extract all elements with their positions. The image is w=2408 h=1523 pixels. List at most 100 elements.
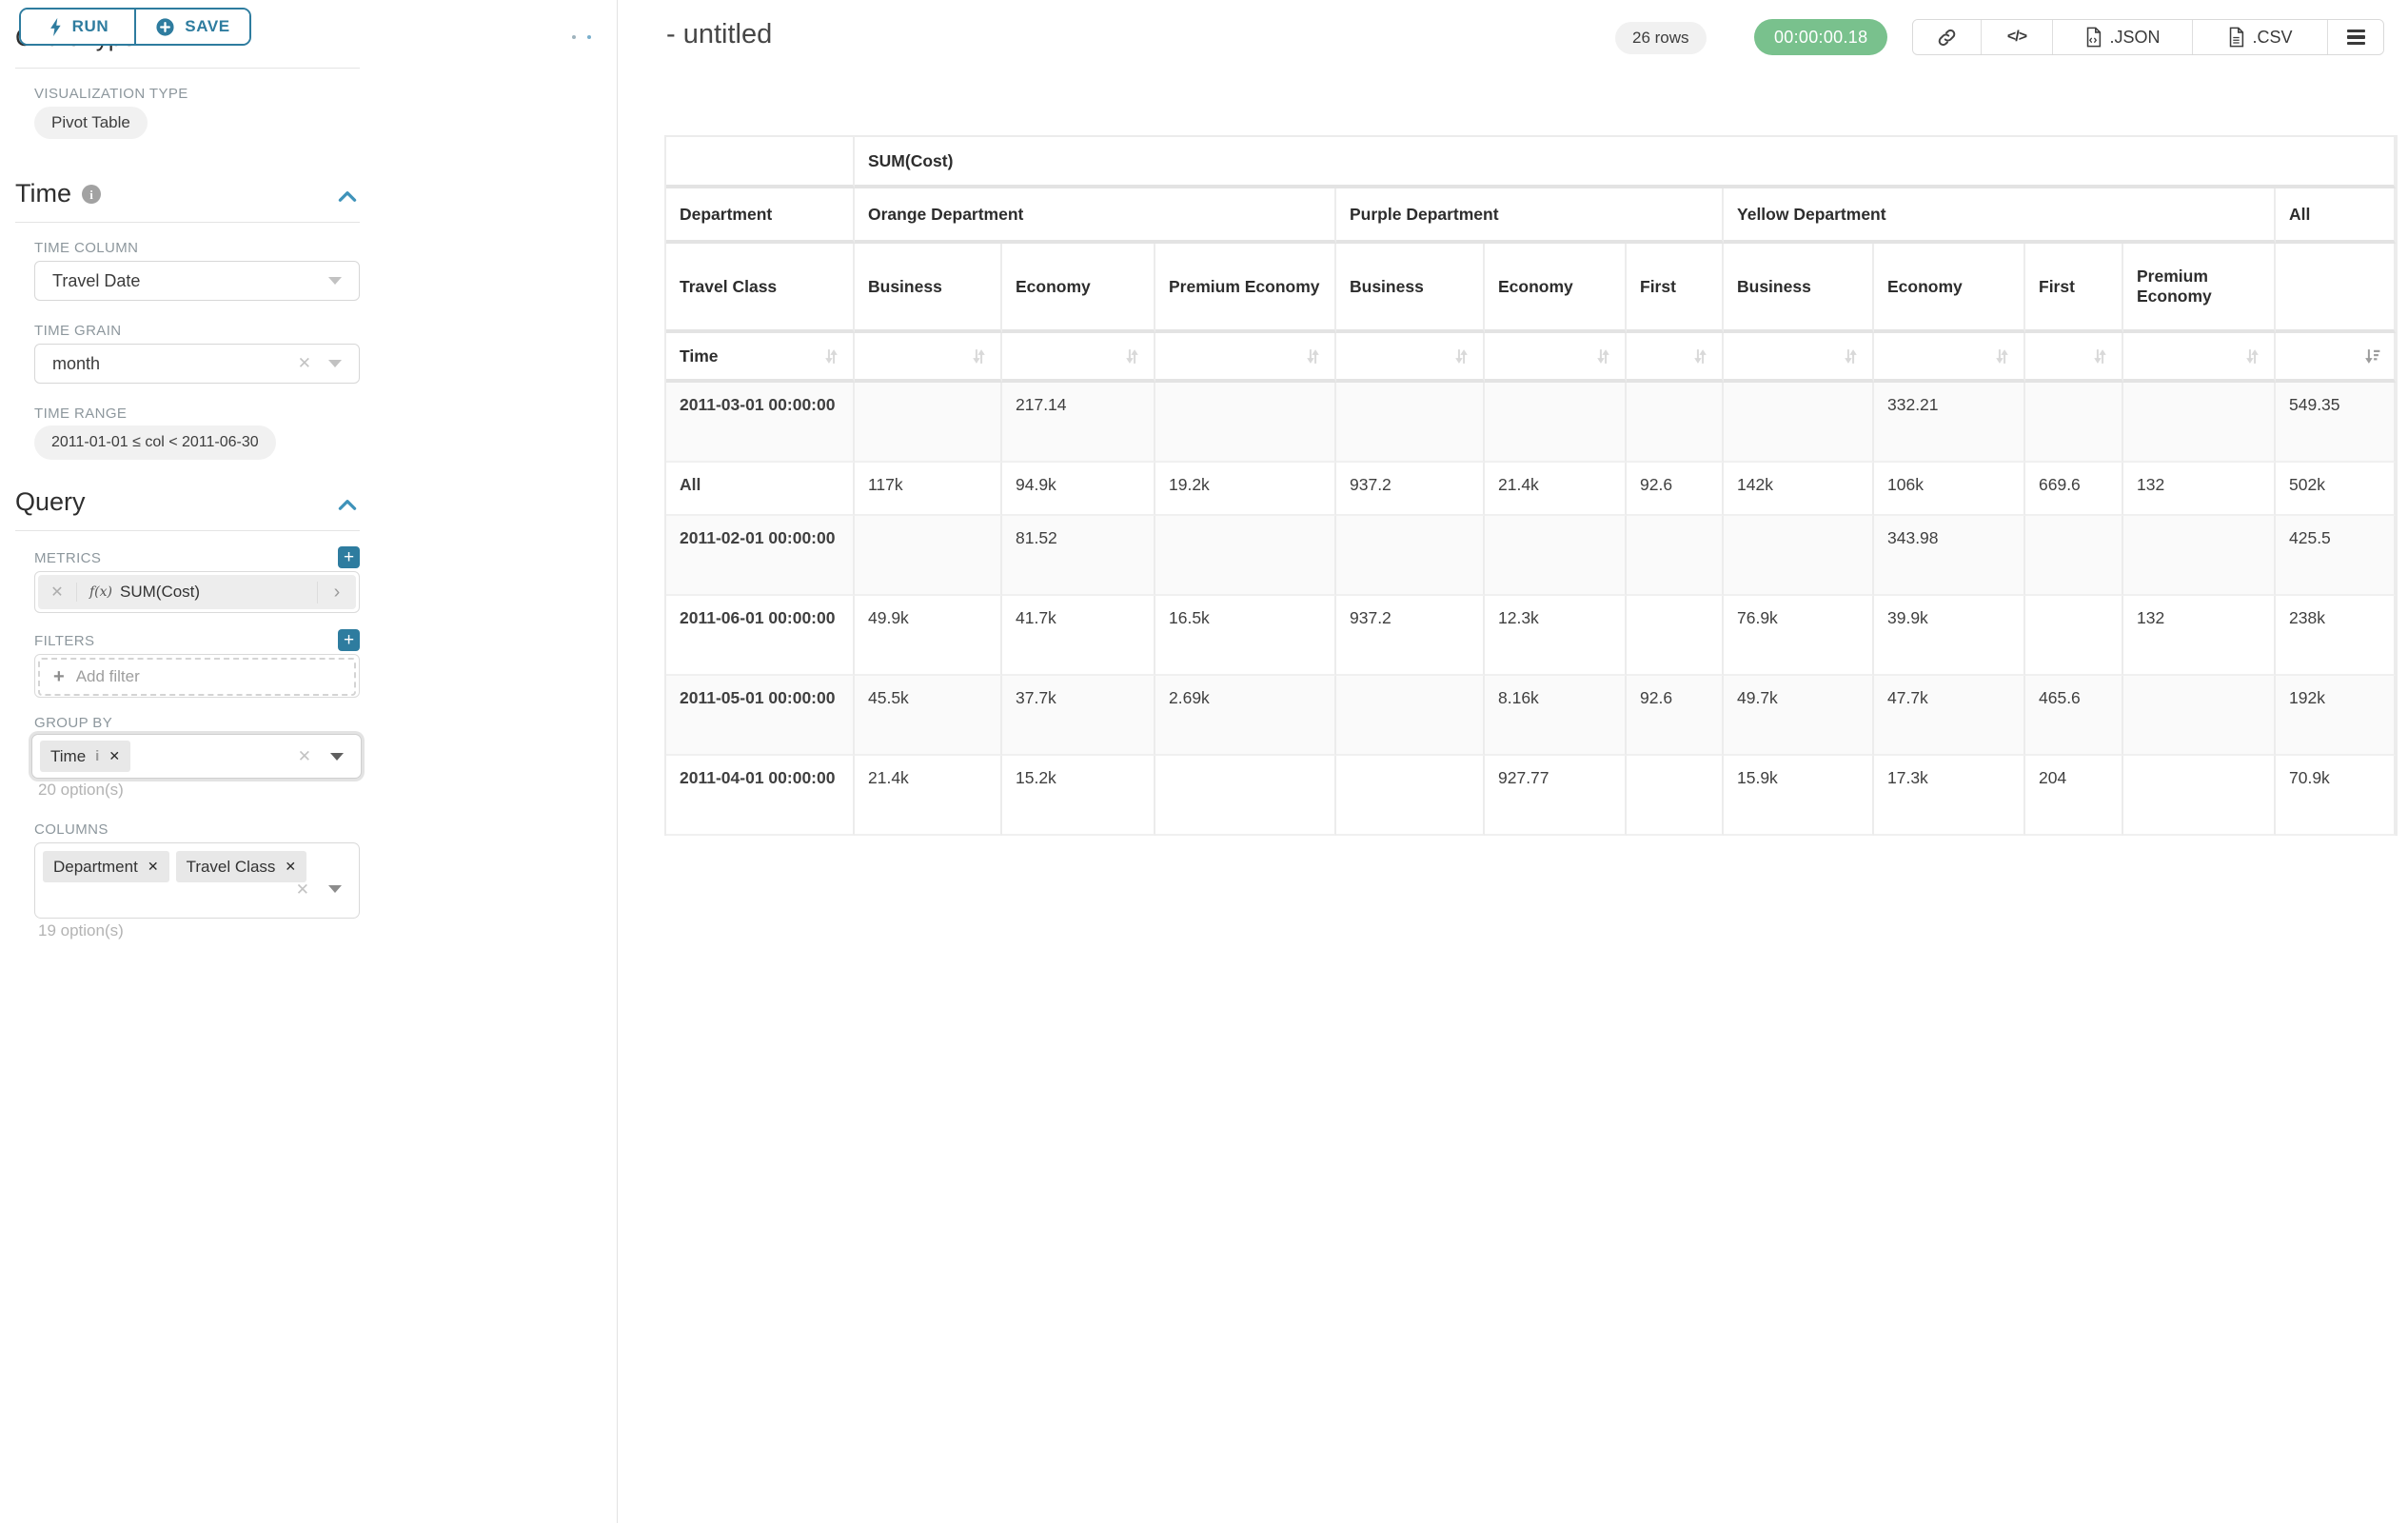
pivot-data-row: 2011-06-01 00:00:0049.9k41.7k16.5k937.21… [666,596,2396,676]
pivot-sort-cell[interactable] [2025,333,2123,383]
add-filter-button[interactable]: + Add filter [38,658,356,696]
pivot-value-cell: 669.6 [2025,463,2123,516]
pivot-value-cell: 49.7k [1724,676,1874,756]
pivot-sort-cell[interactable] [1627,333,1724,383]
info-icon[interactable]: i [81,184,102,205]
time-section-heading: Time i [15,179,102,208]
pivot-value-cell: 21.4k [1485,463,1627,516]
pivot-value-cell: 21.4k [855,756,1002,836]
clear-icon[interactable]: ✕ [298,353,311,374]
pivot-value-cell: 92.6 [1627,463,1724,516]
remove-tag-icon[interactable]: ✕ [148,859,159,875]
time-section-title: Time [15,179,71,208]
sort-icon[interactable] [1451,346,1471,366]
sort-icon[interactable] [821,346,841,366]
info-icon[interactable]: i [95,748,99,764]
pivot-value-cell: 204 [2025,756,2123,836]
chart-title[interactable]: - untitled [666,19,772,50]
sort-icon[interactable] [1841,346,1861,366]
sort-icon[interactable] [1992,346,2012,366]
chart-actions-toolbar: </> .JSON .CSV [1912,19,2384,55]
add-filter-plus-button[interactable]: + [338,629,360,651]
pivot-colgroup-yellow-department: Yellow Department [1724,188,2276,244]
pivot-colgroup-orange-department: Orange Department [855,188,1336,244]
remove-tag-icon[interactable]: ✕ [285,859,296,875]
pivot-sort-cell[interactable] [2123,333,2276,383]
pivot-value-cell [2025,383,2123,463]
pivot-value-cell: 15.2k [1002,756,1155,836]
sort-icon[interactable] [1122,346,1142,366]
pivot-value-cell: 2.69k [1155,676,1336,756]
clear-icon[interactable]: ✕ [296,880,309,900]
pivot-value-cell: 8.16k [1485,676,1627,756]
group-by-select[interactable]: Timei✕ ✕ [31,734,362,779]
clear-icon[interactable]: ✕ [298,746,311,767]
pivot-sort-cell[interactable] [1485,333,1627,383]
pivot-sort-cell[interactable] [1336,333,1485,383]
pivot-value-cell: 16.5k [1155,596,1336,676]
pivot-row-dim-department: Department [666,188,855,244]
columns-tag-department[interactable]: Department✕ [43,851,169,882]
visualization-type-pill[interactable]: Pivot Table [34,107,148,139]
pivot-row-label: 2011-04-01 00:00:00 [666,756,855,836]
pivot-col-header: Business [1336,244,1485,333]
pivot-row-dim-travel-class: Travel Class [666,244,855,333]
sort-icon[interactable] [969,346,989,366]
sort-icon[interactable] [2090,346,2110,366]
pivot-sort-cell[interactable] [2276,333,2396,383]
sort-icon[interactable] [1690,346,1710,366]
groupby-tag-time[interactable]: Timei✕ [40,741,130,772]
pivot-sort-cell[interactable] [1724,333,1874,383]
pivot-sort-cell[interactable] [1155,333,1336,383]
pivot-sort-cell[interactable] [1002,333,1155,383]
pivot-value-cell: 41.7k [1002,596,1155,676]
pivot-value-cell: 81.52 [1002,516,1155,596]
share-link-button[interactable] [1913,20,1981,54]
sort-descending-icon[interactable] [2362,346,2382,366]
time-range-pill[interactable]: 2011-01-01 ≤ col < 2011-06-30 [34,425,276,460]
metric-pill[interactable]: ✕ f(x) SUM(Cost) › [38,575,356,609]
pivot-value-cell [2123,756,2276,836]
metric-value: SUM(Cost) [120,583,200,602]
columns-tag-travel-class[interactable]: Travel Class✕ [176,851,307,882]
pivot-value-cell: 106k [1874,463,2025,516]
pivot-col-header: Premium Economy [1155,244,1336,333]
chevron-right-icon[interactable]: › [317,582,356,603]
query-section-heading: Query [15,487,86,517]
pivot-value-cell: 937.2 [1336,463,1485,516]
export-csv-button[interactable]: .CSV [2192,20,2327,54]
pivot-sort-cell[interactable] [1874,333,2025,383]
sort-icon[interactable] [1303,346,1323,366]
add-metric-button[interactable]: + [338,546,360,568]
plus-icon: + [53,666,65,688]
pivot-value-cell [2025,516,2123,596]
pivot-value-cell [1627,596,1724,676]
pivot-value-cell [2123,676,2276,756]
pivot-colgroup-purple-department: Purple Department [1336,188,1724,244]
group-by-options-count: 20 option(s) [38,781,124,800]
pivot-value-cell [1485,383,1627,463]
time-grain-select[interactable]: month ✕ [34,344,360,384]
collapse-query-section-icon[interactable] [335,493,360,518]
sort-icon[interactable] [2242,346,2262,366]
filters-label: FILTERS [34,633,94,649]
more-options-button[interactable] [2327,20,2383,54]
panel-divider [617,0,618,1523]
sort-icon[interactable] [1593,346,1613,366]
remove-tag-icon[interactable]: ✕ [109,748,120,764]
save-button-label: SAVE [185,17,229,36]
filters-control: + Add filter [34,654,360,698]
pivot-table: SUM(Cost)DepartmentOrange DepartmentPurp… [664,135,2398,836]
run-button[interactable]: RUN [21,10,136,44]
remove-metric-icon[interactable]: ✕ [38,583,77,602]
view-query-button[interactable]: </> [1981,20,2052,54]
pivot-sort-cell[interactable] [855,333,1002,383]
json-button-label: .JSON [2109,28,2160,48]
export-json-button[interactable]: .JSON [2052,20,2192,54]
pivot-value-cell: 937.2 [1336,596,1485,676]
time-column-select[interactable]: Travel Date [34,261,360,301]
collapse-time-section-icon[interactable] [335,185,360,209]
save-button[interactable]: SAVE [136,10,249,44]
columns-select[interactable]: Department✕Travel Class✕ ✕ [34,842,360,919]
pivot-value-cell: 132 [2123,463,2276,516]
